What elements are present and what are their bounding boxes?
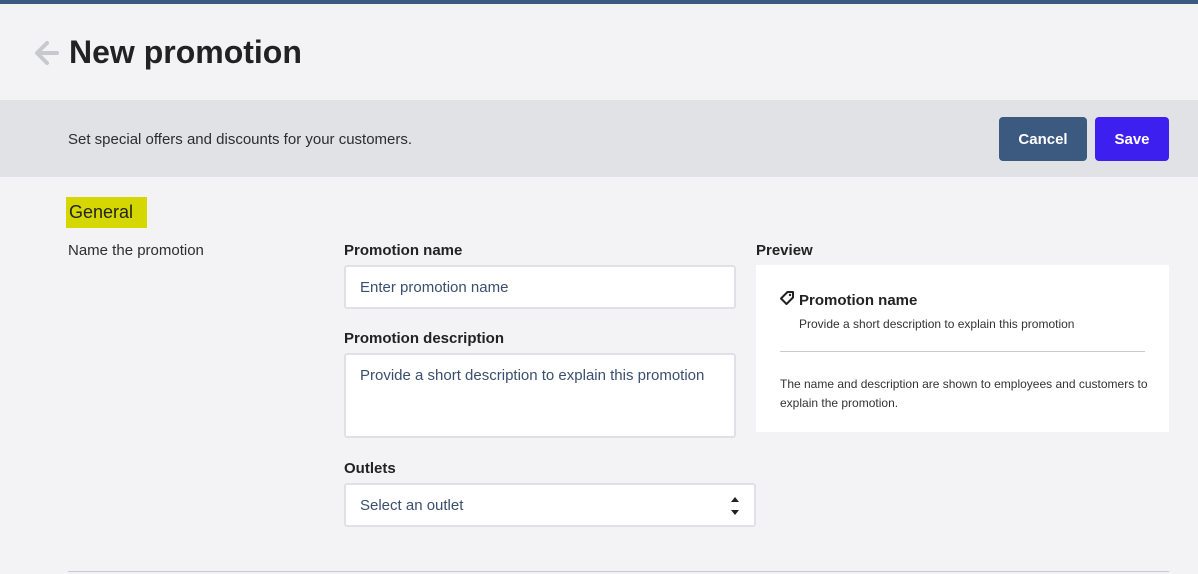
outlet-select[interactable]: Select an outlet <box>344 483 756 527</box>
save-button[interactable]: Save <box>1095 117 1169 161</box>
outlet-select-value: Select an outlet <box>360 496 464 514</box>
preview-card: Promotion name Provide a short descripti… <box>756 265 1169 432</box>
cancel-button[interactable]: Cancel <box>999 117 1087 161</box>
page-header: New promotion <box>0 4 1198 100</box>
section-divider <box>68 571 1169 572</box>
preview-note: The name and description are shown to em… <box>780 377 1148 410</box>
section-title-general: General <box>66 197 147 228</box>
promotion-name-input[interactable] <box>344 265 736 309</box>
tag-icon <box>780 291 794 305</box>
preview-title: Promotion name <box>799 292 918 309</box>
action-banner: Set special offers and discounts for you… <box>0 100 1198 177</box>
preview-description: Provide a short description to explain t… <box>799 317 1075 331</box>
promotion-description-input[interactable] <box>344 353 736 438</box>
banner-description: Set special offers and discounts for you… <box>68 131 413 148</box>
outlets-label: Outlets <box>344 460 396 477</box>
promotion-description-label: Promotion description <box>344 330 505 347</box>
arrow-left-icon[interactable] <box>34 40 60 66</box>
section-subtitle: Name the promotion <box>68 242 204 259</box>
preview-divider <box>780 351 1145 352</box>
preview-label: Preview <box>756 242 813 259</box>
promotion-name-label: Promotion name <box>344 242 463 259</box>
page-title: New promotion <box>69 34 302 70</box>
select-arrows-icon <box>730 494 740 518</box>
